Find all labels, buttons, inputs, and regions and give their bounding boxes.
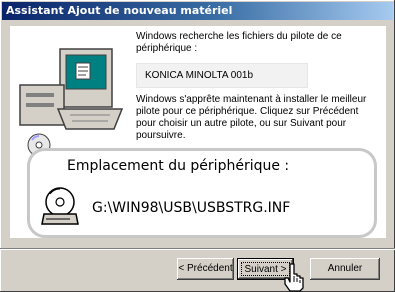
separator bbox=[0, 248, 395, 250]
computer-icon bbox=[19, 48, 124, 130]
location-path: G:\WIN98\USB\USBSTRG.INF bbox=[92, 200, 291, 216]
previous-button[interactable]: < Précédent bbox=[177, 258, 234, 280]
device-name: KONICA MINOLTA 001b bbox=[145, 70, 254, 81]
cancel-button[interactable]: Annuler bbox=[310, 258, 380, 280]
search-text: Windows recherche les fichiers du pilote… bbox=[136, 31, 342, 54]
window-title: Assistant Ajout de nouveau matériel bbox=[6, 4, 233, 17]
hand-cursor-icon bbox=[284, 263, 304, 292]
cd-drive-icon bbox=[41, 187, 79, 225]
location-label: Emplacement du périphérique : bbox=[67, 158, 290, 174]
device-name-box: KONICA MINOLTA 001b bbox=[136, 63, 308, 88]
install-text: Windows s'apprête maintenant à installer… bbox=[136, 94, 367, 141]
title-bar: Assistant Ajout de nouveau matériel bbox=[2, 2, 393, 20]
wizard-window: Assistant Ajout de nouveau matériel Wind… bbox=[0, 0, 395, 292]
